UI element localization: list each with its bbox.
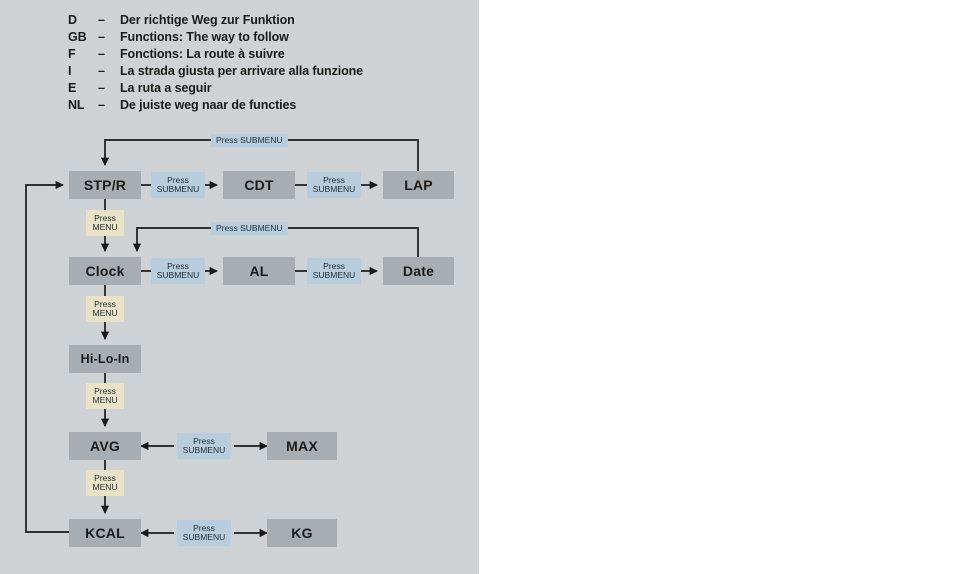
tag-cdt-lap-press-submenu: Press SUBMENU: [307, 172, 361, 198]
tag-line-2: MENU: [92, 482, 118, 492]
tag-line-2: SUBMENU: [156, 270, 200, 280]
tag-line-2: MENU: [92, 308, 118, 318]
node-kcal[interactable]: KCAL: [69, 519, 141, 547]
tag-line-1: Press SUBMENU: [216, 223, 283, 233]
tag-stpr-clock-press-menu: Press MENU: [86, 210, 124, 236]
tag-al-date-press-submenu: Press SUBMENU: [307, 258, 361, 284]
node-al[interactable]: AL: [223, 257, 295, 285]
tag-line-2: SUBMENU: [182, 532, 226, 542]
tag-loop1-press-submenu: Press SUBMENU: [211, 134, 288, 147]
tag-avg-kcal-press-menu: Press MENU: [86, 470, 124, 496]
tag-line-2: SUBMENU: [182, 445, 226, 455]
tag-line-2: MENU: [92, 395, 118, 405]
tag-stpr-cdt-press-submenu: Press SUBMENU: [151, 172, 205, 198]
tag-kcal-kg-press-submenu: Press SUBMENU: [177, 520, 231, 546]
node-hiloin[interactable]: Hi-Lo-In: [69, 345, 141, 373]
node-stpr[interactable]: STP/R: [69, 171, 141, 199]
wire-kcal-to-stpr-loop: [25, 180, 69, 533]
flowchart-wires: [25, 139, 419, 538]
tag-line-2: SUBMENU: [312, 270, 356, 280]
node-kg[interactable]: KG: [267, 519, 337, 547]
tag-line-2: SUBMENU: [312, 184, 356, 194]
node-clock[interactable]: Clock: [69, 257, 141, 285]
tag-clock-hiloin-press-menu: Press MENU: [86, 296, 124, 322]
node-avg[interactable]: AVG: [69, 432, 141, 460]
node-max[interactable]: MAX: [267, 432, 337, 460]
tag-clock-al-press-submenu: Press SUBMENU: [151, 258, 205, 284]
tag-avg-max-press-submenu: Press SUBMENU: [177, 433, 231, 459]
tag-line-2: MENU: [92, 222, 118, 232]
node-lap[interactable]: LAP: [383, 171, 454, 199]
tag-loop2-press-submenu: Press SUBMENU: [211, 222, 288, 235]
node-date[interactable]: Date: [383, 257, 454, 285]
node-cdt[interactable]: CDT: [223, 171, 295, 199]
tag-line-2: SUBMENU: [156, 184, 200, 194]
tag-line-1: Press SUBMENU: [216, 135, 283, 145]
tag-hiloin-avg-press-menu: Press MENU: [86, 383, 124, 409]
menu-flowchart: STP/R CDT LAP Clock AL Date Hi-Lo-In AVG…: [0, 0, 479, 574]
page-root: D – Der richtige Weg zur Funktion GB – F…: [0, 0, 954, 574]
